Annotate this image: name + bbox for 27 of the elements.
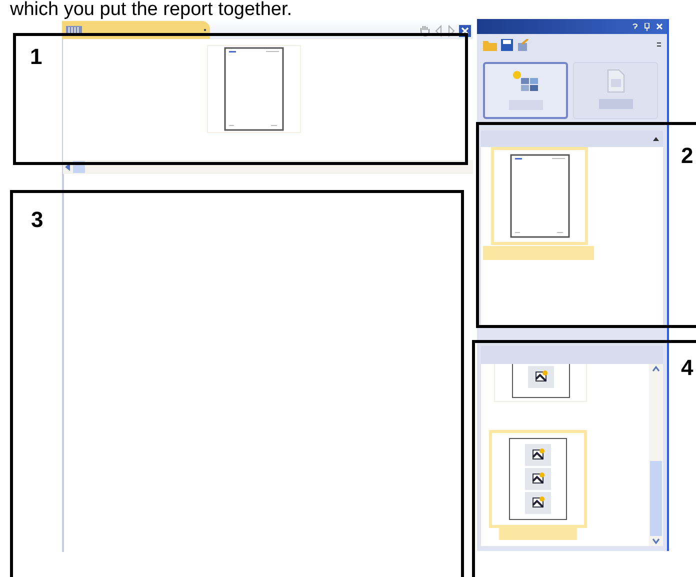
image-placeholder-icon bbox=[525, 492, 551, 514]
selected-element-frame[interactable] bbox=[489, 430, 587, 528]
callout-number: 1 bbox=[30, 46, 42, 68]
caption-text: which you put the report together. bbox=[10, 0, 292, 19]
collapse-icon[interactable] bbox=[653, 137, 659, 141]
callout-number: 3 bbox=[31, 209, 44, 231]
callout-number: 4 bbox=[681, 357, 694, 379]
scrollbar-thumb[interactable] bbox=[650, 461, 662, 536]
image-placeholder-icon bbox=[525, 468, 551, 490]
page-thumbnail[interactable] bbox=[207, 45, 301, 133]
scroll-up-icon[interactable] bbox=[651, 364, 661, 374]
pin-icon[interactable] bbox=[644, 22, 650, 30]
element-thumbnail[interactable] bbox=[494, 364, 587, 402]
selected-page-frame[interactable] bbox=[491, 147, 588, 245]
new-report-icon bbox=[510, 70, 540, 94]
callout-number: 2 bbox=[681, 145, 694, 167]
label-bar bbox=[598, 99, 632, 109]
hand-icon[interactable] bbox=[418, 24, 431, 37]
template-button[interactable] bbox=[483, 62, 568, 119]
right-arrow-icon[interactable] bbox=[447, 24, 455, 36]
document-icon bbox=[604, 69, 626, 93]
scroll-down-icon[interactable] bbox=[651, 536, 661, 546]
vertical-scrollbar[interactable] bbox=[649, 364, 663, 546]
save-icon[interactable] bbox=[501, 39, 513, 51]
help-icon[interactable] bbox=[632, 22, 638, 30]
image-placeholder-icon bbox=[525, 444, 551, 466]
left-arrow-icon[interactable] bbox=[435, 24, 443, 36]
